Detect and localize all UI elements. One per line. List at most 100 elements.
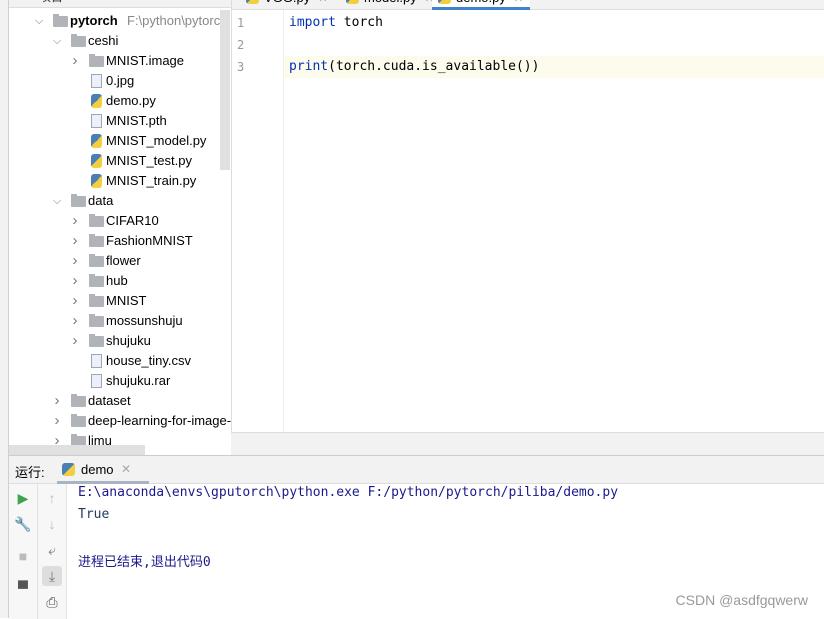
run-toolbar-primary: ▶ 🔧 ■ ▀ <box>9 484 38 619</box>
chevron-right-icon[interactable]: › <box>69 271 81 291</box>
scroll-to-end-icon[interactable]: ⤓ <box>42 566 62 586</box>
code-keyword: print <box>289 59 329 74</box>
project-panel: 项目 ⌵ pytorch F:\python\pytorch ⌵ ceshi › MNIST… <box>9 0 231 455</box>
editor-tab-label: demo.py <box>456 0 506 5</box>
editor-tab[interactable]: demo.py ✕ <box>432 0 530 10</box>
python-file-icon <box>91 94 102 108</box>
tree-item-label: flower <box>106 253 141 268</box>
tree-item-label: MNIST_model.py <box>106 133 207 148</box>
tree-item-label: MNIST.image <box>106 53 185 68</box>
editor-tab-label: model.py <box>364 0 417 5</box>
file-icon <box>91 354 102 368</box>
folder-icon <box>71 414 86 427</box>
unknown-file-icon <box>91 374 102 388</box>
chevron-down-icon[interactable]: ⌵ <box>51 31 63 51</box>
chevron-right-icon[interactable]: › <box>69 251 81 271</box>
folder-icon <box>89 274 104 287</box>
chevron-right-icon[interactable]: › <box>69 331 81 351</box>
chevron-right-icon[interactable]: › <box>69 211 81 231</box>
python-file-icon <box>438 0 451 4</box>
folder-icon <box>71 34 86 47</box>
console-line: True <box>78 507 110 522</box>
python-file-icon <box>246 0 259 4</box>
python-icon <box>62 463 75 476</box>
python-file-icon <box>346 0 359 4</box>
tree-item-label: mossunshuju <box>106 313 183 328</box>
folder-icon <box>89 234 104 247</box>
python-file-icon <box>91 174 102 188</box>
tree-item-label: deep-learning-for-image-pr <box>88 413 231 428</box>
watermark: CSDN @asdfgqwerw <box>675 592 808 608</box>
tree-item-label: MNIST_test.py <box>106 153 192 168</box>
python-file-icon <box>91 134 102 148</box>
run-label: 运行: <box>15 465 45 480</box>
tree-item-label: 0.jpg <box>106 73 135 88</box>
close-tab-icon[interactable]: ✕ <box>121 462 131 476</box>
chevron-right-icon[interactable]: › <box>69 231 81 251</box>
tree-item-label: data <box>88 193 114 208</box>
close-tab-icon[interactable]: ✕ <box>514 0 523 5</box>
run-toolbar-secondary: ↑ ↓ ⤶ ⤓ ⎙ <box>38 484 67 619</box>
tree-horizontal-scrollbar[interactable] <box>9 445 145 455</box>
rerun-icon[interactable]: ▶ <box>13 488 33 508</box>
code-line[interactable]: print(torch.cuda.is_available()) <box>289 56 539 78</box>
chevron-right-icon[interactable]: › <box>51 391 63 411</box>
tree-item-label: shujuku.rar <box>106 373 171 388</box>
close-tab-icon[interactable]: ✕ <box>318 0 327 5</box>
chevron-right-icon[interactable]: › <box>69 51 81 71</box>
tree-item-label: MNIST <box>106 293 147 308</box>
folder-icon <box>53 14 68 27</box>
folder-icon <box>89 54 104 67</box>
python-file-icon <box>91 154 102 168</box>
stop-icon[interactable]: ■ <box>13 546 33 566</box>
file-icon <box>91 114 102 128</box>
left-tool-strip[interactable] <box>0 0 9 618</box>
tree-item-label: shujuku <box>106 333 151 348</box>
layout-icon[interactable]: ▀ <box>13 578 33 598</box>
run-panel-header: 运行: demo ✕ <box>9 456 824 484</box>
tree-item-label: hub <box>106 273 128 288</box>
tree-vertical-scrollbar[interactable] <box>220 10 230 170</box>
editor-tab[interactable]: VGG.py ✕ <box>240 0 332 10</box>
line-gutter: 1 2 3 <box>232 10 284 432</box>
chevron-right-icon[interactable]: › <box>69 291 81 311</box>
code-text: torch <box>335 15 383 30</box>
editor-bottom-area <box>231 432 824 455</box>
folder-icon <box>89 314 104 327</box>
wrench-icon[interactable]: 🔧 <box>13 514 33 534</box>
folder-icon <box>71 394 86 407</box>
chevron-down-icon[interactable]: ⌵ <box>33 11 45 31</box>
line-number: 2 <box>237 38 245 52</box>
tree-item-label: FashionMNIST <box>106 233 193 248</box>
tree-item-label: MNIST_train.py <box>106 173 197 188</box>
tree-item-label: dataset <box>88 393 131 408</box>
tree-item-label: ceshi <box>88 33 119 48</box>
file-icon <box>91 74 102 88</box>
chevron-down-icon[interactable]: ⌵ <box>51 191 63 211</box>
console-line: 进程已结束,退出代码0 <box>78 555 211 570</box>
run-tab-label: demo <box>81 462 114 477</box>
soft-wrap-icon[interactable]: ⤶ <box>42 540 62 560</box>
folder-icon <box>89 214 104 227</box>
project-path: F:\python\pytorch <box>127 13 228 28</box>
code-line[interactable]: import torch <box>289 12 383 34</box>
print-icon[interactable]: ⎙ <box>42 592 62 612</box>
editor-tab[interactable]: model.py✕ <box>340 0 434 10</box>
chevron-right-icon[interactable]: › <box>69 311 81 331</box>
code-keyword: import <box>289 15 336 30</box>
line-number: 1 <box>237 16 245 30</box>
arrow-up-icon[interactable]: ↑ <box>42 488 62 508</box>
project-title[interactable]: 项目 <box>39 0 63 5</box>
run-tab-demo[interactable]: demo ✕ <box>57 456 149 484</box>
folder-icon <box>89 334 104 347</box>
tree-item-label: CIFAR10 <box>106 213 159 228</box>
tree-item-label: house_tiny.csv <box>106 353 192 368</box>
chevron-right-icon[interactable]: › <box>51 411 63 431</box>
code-editor[interactable]: VGG.py ✕ model.py✕ demo.py ✕ 1 2 3 import torc… <box>231 0 824 432</box>
folder-icon <box>89 294 104 307</box>
console-line: E:\anaconda\envs\gputorch\python.exe F:/… <box>78 485 619 500</box>
folder-icon <box>89 254 104 267</box>
folder-icon <box>71 194 86 207</box>
line-number: 3 <box>237 60 245 74</box>
arrow-down-icon[interactable]: ↓ <box>42 514 62 534</box>
